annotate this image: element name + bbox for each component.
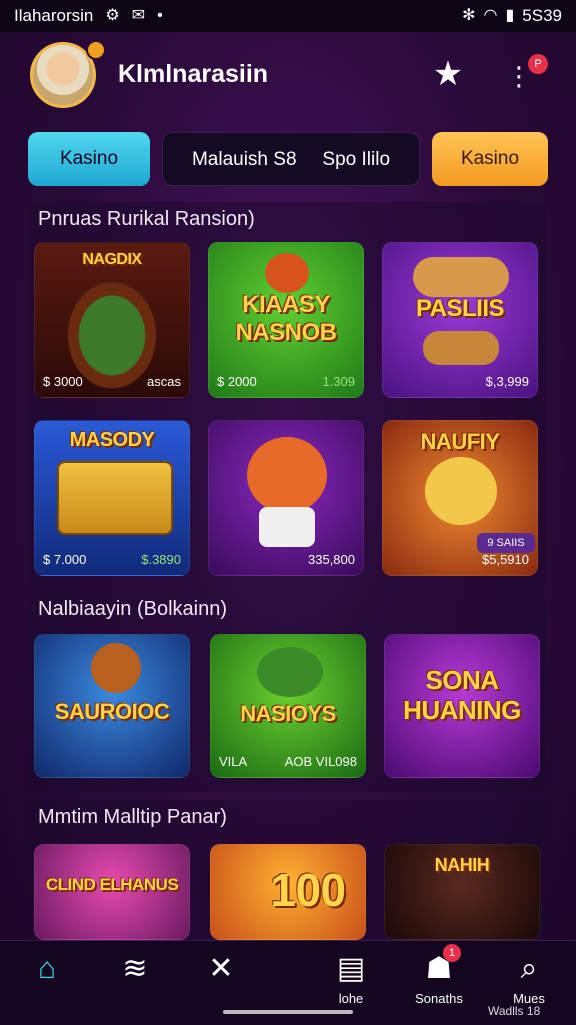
game-card[interactable]: CLIND ELHANUS xyxy=(34,844,190,940)
card-price: VILA xyxy=(219,754,248,769)
game-card[interactable]: NASIOYS VILA AOB VIL098 xyxy=(210,634,366,778)
home-icon: ⌂ xyxy=(37,952,57,985)
section-popular: Nalbiaayin (Bolkainn) SAUROIOC NASIOYS V… xyxy=(28,592,546,792)
slot-reels-image xyxy=(57,461,173,535)
card-extra: AOB VIL098 xyxy=(284,754,357,769)
card-price: $ 2000 xyxy=(217,374,257,389)
card-footer: 335,800 xyxy=(217,552,355,567)
nav-live[interactable]: ≋ xyxy=(100,949,170,991)
card-footer: $5,5910 xyxy=(391,552,529,567)
home-indicator[interactable] xyxy=(223,1010,353,1014)
game-card[interactable]: PASLIIS $,3,999 xyxy=(382,242,538,398)
card-extra: 335,800 xyxy=(308,552,355,567)
mascot-body-image xyxy=(259,507,315,547)
nav-home[interactable]: ⌂ xyxy=(12,949,82,991)
game-card[interactable]: 335,800 xyxy=(208,420,364,576)
mascot-image xyxy=(413,257,509,297)
card-footer: $ 3000 ascas xyxy=(43,374,181,389)
card-footer: $ 7.000 $.3890 xyxy=(43,552,181,567)
card-extra: $.3890 xyxy=(141,552,181,567)
card-footer: $,3,999 xyxy=(391,374,529,389)
card-title: NASIOYS xyxy=(240,701,336,726)
card-chip: 9 SAIIS xyxy=(477,533,535,553)
category-tabs: Kasino Malauish S8 Spo Ililo Kasino xyxy=(0,132,576,188)
tools-icon: ✕ xyxy=(208,952,234,985)
wifi-signal-icon: ◠ xyxy=(483,7,498,24)
card-price: $ 3000 xyxy=(43,374,83,389)
mascot-image xyxy=(425,457,497,525)
nav-mues[interactable]: ⌕ Mues xyxy=(494,949,564,1006)
game-card[interactable]: SAUROIOC xyxy=(34,634,190,778)
card-title: KIAASY NASNOB xyxy=(235,291,337,346)
card-title: NAUFIY xyxy=(420,429,500,454)
status-app-text: Ilaharorsin xyxy=(14,6,94,25)
mail-icon: ✉ xyxy=(131,7,146,24)
card-extra: 1.309 xyxy=(322,374,355,389)
card-title: MASODY xyxy=(69,429,155,451)
card-footer: VILA AOB VIL098 xyxy=(219,754,357,769)
user-icon: ☗ xyxy=(425,952,453,985)
settings-icon: ⚙ xyxy=(105,7,120,24)
search-icon: ⌕ xyxy=(520,952,538,985)
tab-malauish[interactable]: Malauish S8 Spo Ililo xyxy=(162,132,420,186)
app-header: Klmlnarasiin ★ ⋮ P xyxy=(0,40,576,120)
menu-notification-badge: P xyxy=(528,54,548,74)
bluetooth-icon: ✻ xyxy=(462,7,476,24)
nav-lohe[interactable]: ▤ lohe xyxy=(316,949,386,1006)
more-menu-icon[interactable]: ⋮ xyxy=(506,58,532,98)
tab-spo-label: Spo Ililo xyxy=(322,149,391,170)
game-card[interactable]: SONA HUANING xyxy=(384,634,540,778)
section-title: Pnruas Rurikal Ransion) xyxy=(38,208,255,230)
slot-icon: ▤ xyxy=(336,952,366,985)
corner-text: Wadlls 18 xyxy=(488,1004,541,1018)
card-title: SAUROIOC xyxy=(54,699,170,724)
mascot-image xyxy=(265,253,309,293)
mascot-image xyxy=(247,437,327,513)
section-multiplayer: Mmtim Malltip Panar) CLIND ELHANUS 100 N… xyxy=(28,800,546,950)
cell-signal-icon: ▮ xyxy=(505,7,515,24)
tab-kasino-secondary[interactable]: Kasino xyxy=(432,132,548,186)
section-title: Mmtim Malltip Panar) xyxy=(38,806,227,828)
username: Klmlnarasiin xyxy=(118,60,269,88)
card-extra: ascas xyxy=(147,374,181,389)
nav-sonaths[interactable]: ☗ Sonaths xyxy=(404,949,474,1006)
mascot-image xyxy=(423,331,499,365)
card-footer: $ 2000 1.309 xyxy=(217,374,355,389)
mascot-image xyxy=(91,643,141,693)
card-title: SONA HUANING xyxy=(403,665,521,725)
game-card[interactable]: NAUFIY 9 SAIIS $5,5910 xyxy=(382,420,538,576)
card-title: 100 xyxy=(270,864,346,916)
status-bar: Ilaharorsin ⚙ ✉ • ✻ ◠ ▮ 5S39 xyxy=(0,0,576,32)
avatar-badge xyxy=(86,40,106,60)
section-featured: Pnruas Rurikal Ransion) NAGDIX $ 3000 as… xyxy=(28,202,546,592)
card-extra: $,3,999 xyxy=(485,374,529,389)
favorites-star-icon[interactable]: ★ xyxy=(428,54,468,94)
game-card[interactable]: NAHIH xyxy=(384,844,540,940)
mascot-image xyxy=(257,647,323,697)
game-card[interactable]: NAGDIX $ 3000 ascas xyxy=(34,242,190,398)
dot-icon: • xyxy=(157,7,163,24)
game-card[interactable]: MASODY $ 7.000 $.3890 xyxy=(34,420,190,576)
card-title: PASLIIS xyxy=(415,295,505,322)
nav-tools[interactable]: ✕ xyxy=(186,949,256,991)
card-title: NAHIH xyxy=(434,855,490,875)
section-title: Nalbiaayin (Bolkainn) xyxy=(38,598,227,620)
card-extra: $5,5910 xyxy=(482,552,529,567)
status-time: 5S39 xyxy=(522,6,562,25)
card-price: $ 7.000 xyxy=(43,552,87,567)
nav-notification-badge: 1 xyxy=(443,944,461,962)
tab-kasino-active[interactable]: Kasino xyxy=(28,132,150,186)
wifi-icon: ≋ xyxy=(122,952,148,985)
card-title: NAGDIX xyxy=(82,251,142,268)
tab-malauish-label: Malauish S8 xyxy=(191,149,297,170)
card-title: CLIND ELHANUS xyxy=(45,875,179,894)
game-card[interactable]: KIAASY NASNOB $ 2000 1.309 xyxy=(208,242,364,398)
game-card[interactable]: 100 xyxy=(210,844,366,940)
